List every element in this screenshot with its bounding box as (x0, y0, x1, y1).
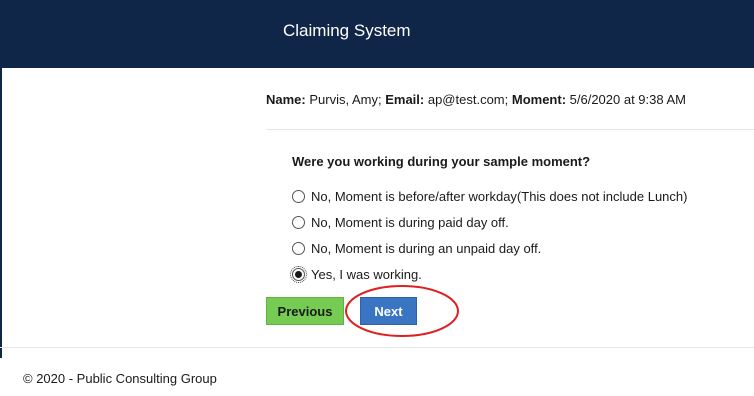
email-label: Email: (385, 92, 425, 107)
radio-dot (295, 270, 302, 278)
moment-label: Moment: (511, 92, 567, 107)
left-border (0, 68, 2, 358)
option-label: No, Moment is before/after workday(This … (311, 188, 688, 204)
next-button[interactable]: Next (360, 297, 417, 325)
option-label: Yes, I was working. (311, 266, 422, 282)
radio-button[interactable] (292, 241, 305, 255)
moment-value: 5/6/2020 at 9:38 AM (566, 92, 687, 107)
name-label: Name: (266, 92, 306, 107)
option-yes-working[interactable]: Yes, I was working. (290, 265, 422, 283)
header-bar: Claiming System (0, 0, 754, 68)
option-paid-day-off[interactable]: No, Moment is during paid day off. (292, 213, 509, 231)
divider (266, 129, 754, 130)
moment-info: Name: Purvis, Amy; Email: ap@test.com; M… (266, 92, 686, 107)
option-label: No, Moment is during an unpaid day off. (311, 240, 542, 256)
email-value: ap@test.com; (424, 92, 512, 107)
page: Claiming System Name: Purvis, Amy; Email… (0, 0, 754, 396)
radio-button-selected[interactable] (290, 265, 307, 283)
footer-divider (0, 347, 754, 348)
option-unpaid-day-off[interactable]: No, Moment is during an unpaid day off. (292, 239, 541, 257)
option-label: No, Moment is during paid day off. (311, 214, 509, 230)
footer-copyright: © 2020 - Public Consulting Group (23, 371, 217, 386)
radio-button[interactable] (292, 189, 305, 203)
radio-button[interactable] (292, 215, 305, 229)
previous-button[interactable]: Previous (266, 297, 344, 325)
name-value: Purvis, Amy; (305, 92, 386, 107)
app-title: Claiming System (283, 21, 411, 40)
option-before-after-workday[interactable]: No, Moment is before/after workday(This … (292, 187, 687, 205)
question-text: Were you working during your sample mome… (292, 154, 591, 169)
